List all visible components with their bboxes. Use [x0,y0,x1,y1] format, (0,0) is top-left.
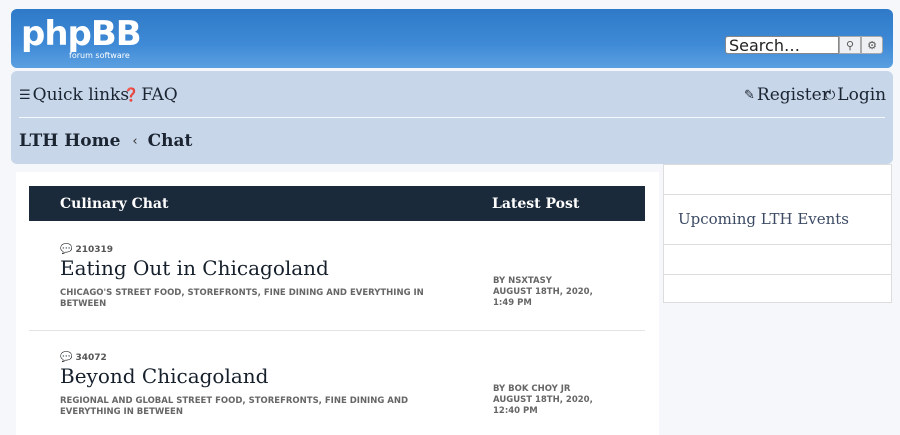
login-label: Login [837,85,887,105]
register-link[interactable]: ✎ Register [744,85,830,105]
comment-icon: 💬 [60,352,73,363]
topic-count-value: 210319 [75,244,114,255]
comment-icon: 💬 [60,244,73,255]
last-post-date: AUGUST 18TH, 2020, [493,395,593,405]
forum-row: 💬 210319 Eating Out in Chicagoland Chica… [29,242,645,332]
category-title[interactable]: Culinary Chat [60,196,168,212]
forum-description: Chicago's street food, storefronts, fine… [60,288,424,309]
topic-count: 💬 210319 [60,244,113,255]
search-icon: ⚲ [845,38,855,52]
power-icon: ⏻ [825,87,836,103]
last-post-time: 12:40 PM [493,406,538,416]
gear-icon: ⚙ [867,38,877,52]
last-post-info: BY NSXTASY AUGUST 18TH, 2020, 1:49 PM [493,276,633,309]
topic-count: 💬 34072 [60,352,107,363]
forum-title[interactable]: Beyond Chicagoland [60,364,268,388]
forum-title[interactable]: Eating Out in Chicagoland [60,256,329,280]
logo-text: phpBB [21,14,142,54]
faq-label: FAQ [141,85,178,105]
sidebar-box [663,274,892,303]
forum-description: Regional and global street food, storefr… [60,396,409,417]
question-icon: ❓ [123,87,140,103]
forum-list-header: Culinary Chat Latest Post [29,186,645,221]
forum-panel: Culinary Chat Latest Post 💬 210319 Eatin… [16,172,659,435]
nav-row: ☰ Quick links ❓ FAQ ✎ Register ⏻ Login [19,85,886,109]
breadcrumb: LTH Home ‹ Chat [19,131,192,151]
last-post-info: BY BOK CHOY JR AUGUST 18TH, 2020, 12:40 … [493,384,633,417]
faq-link[interactable]: ❓ FAQ [123,85,178,105]
search-button[interactable]: ⚲ [839,36,861,54]
events-title: Upcoming LTH Events [678,210,850,228]
breadcrumb-chat[interactable]: Chat [148,131,193,151]
register-label: Register [756,85,830,105]
quick-links-button[interactable]: ☰ Quick links [19,85,129,105]
forum-row: 💬 34072 Beyond Chicagoland Regional and … [29,350,645,435]
topic-count-value: 34072 [75,352,107,363]
sidebar-box [663,244,892,275]
breadcrumb-home[interactable]: LTH Home [19,131,120,151]
quick-links-label: Quick links [32,85,130,105]
phpbb-logo[interactable]: phpBB forum software [21,14,142,60]
row-divider [29,330,645,331]
last-post-date: AUGUST 18TH, 2020, [493,287,593,297]
last-post-time: 1:49 PM [493,298,532,308]
latest-post-header: Latest Post [492,196,580,212]
navbar: ☰ Quick links ❓ FAQ ✎ Register ⏻ Login L… [11,71,893,164]
last-post-author[interactable]: BY NSXTASY [493,276,633,287]
search-input[interactable] [725,36,839,54]
login-link[interactable]: ⏻ Login [825,85,886,105]
logo-subtext: forum software [69,51,130,60]
last-post-author[interactable]: BY BOK CHOY JR [493,384,633,395]
site-header: phpBB forum software ⚲ ⚙ [11,9,893,68]
advanced-search-button[interactable]: ⚙ [861,36,883,54]
nav-divider [19,117,885,118]
search-box: ⚲ ⚙ [725,36,885,54]
menu-icon: ☰ [19,87,31,103]
sidebar-box-top [663,164,892,195]
events-box: Upcoming LTH Events [663,194,892,245]
edit-icon: ✎ [744,87,755,103]
chevron-left-icon: ‹ [132,133,138,149]
